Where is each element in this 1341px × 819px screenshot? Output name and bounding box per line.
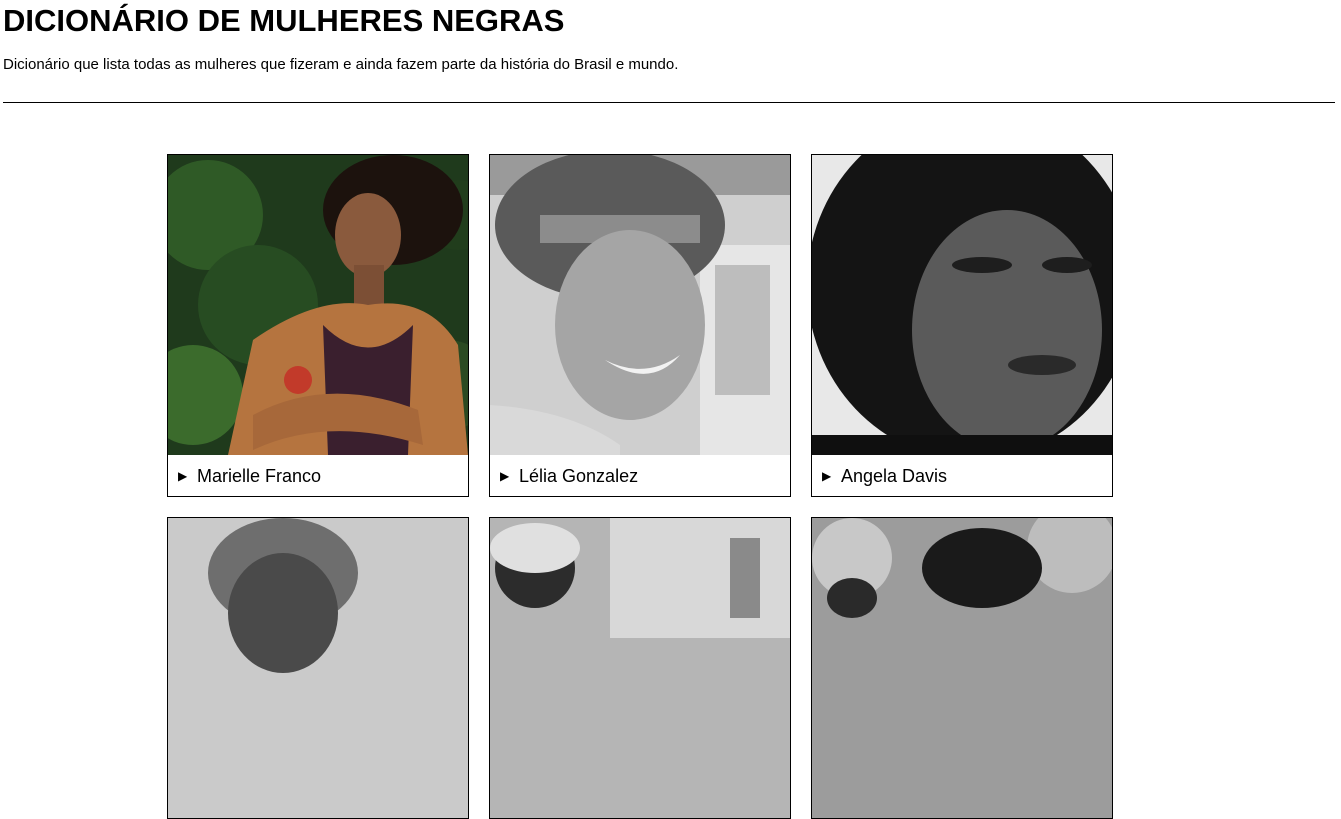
portrait-image [168,155,468,455]
portrait-image [812,155,1112,455]
card-name: Marielle Franco [197,465,322,486]
card-angela-davis[interactable]: ▶ Angela Davis [811,154,1113,497]
page-title: DICIONÁRIO DE MULHERES NEGRAS [3,3,565,38]
photo-row2-3 [812,518,1112,818]
portrait-image [168,518,468,818]
triangle-right-icon: ▶ [822,468,832,483]
triangle-right-icon: ▶ [178,468,188,483]
card-row2-3[interactable] [811,517,1113,819]
card-row2-2[interactable] [489,517,791,819]
photo-angela-davis [812,155,1112,455]
photo-lelia-gonzalez [490,155,790,455]
photo-marielle-franco [168,155,468,455]
photo-row2-2 [490,518,790,818]
caption-lelia-gonzalez[interactable]: ▶ Lélia Gonzalez [490,455,790,496]
caption-angela-davis[interactable]: ▶ Angela Davis [812,455,1112,496]
photo-row2-1 [168,518,468,818]
card-lelia-gonzalez[interactable]: ▶ Lélia Gonzalez [489,154,791,497]
portrait-image [490,518,790,818]
header-divider [3,102,1335,103]
page-subtitle: Dicionário que lista todas as mulheres q… [3,56,679,73]
card-row2-1[interactable] [167,517,469,819]
triangle-right-icon: ▶ [500,468,510,483]
card-marielle-franco[interactable]: ▶ Marielle Franco [167,154,469,497]
caption-marielle-franco[interactable]: ▶ Marielle Franco [168,455,468,496]
card-name: Angela Davis [841,465,948,486]
portrait-image [490,155,790,455]
portrait-image [812,518,1112,818]
women-grid: ▶ Marielle Franco ▶ Lélia Gonzalez ▶ Ang… [167,154,1113,819]
card-name: Lélia Gonzalez [519,465,639,486]
